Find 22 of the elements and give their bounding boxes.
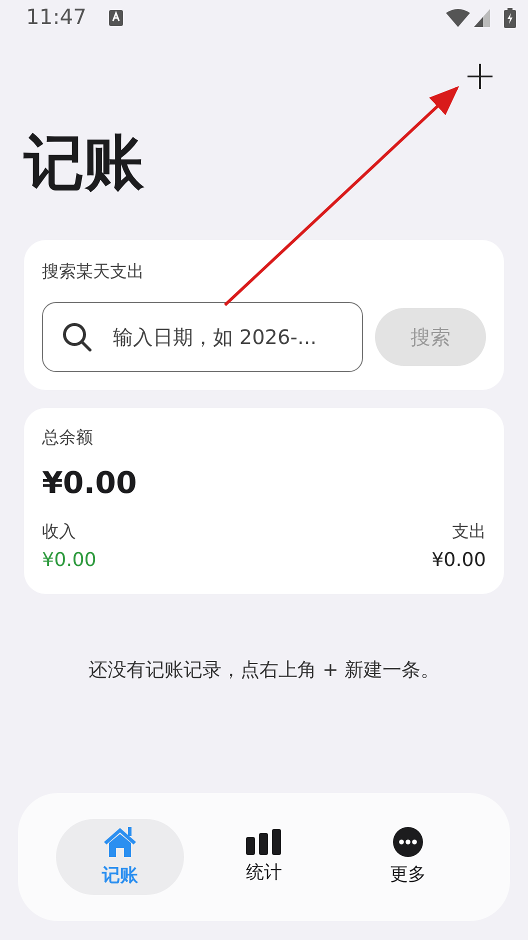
search-label: 搜索某天支出 bbox=[42, 261, 145, 284]
search-icon bbox=[62, 322, 92, 352]
add-button[interactable]: + bbox=[462, 54, 498, 98]
cellular-signal-icon bbox=[474, 9, 490, 27]
expense-amount: ¥0.00 bbox=[432, 548, 486, 572]
balance-label: 总余额 bbox=[42, 426, 94, 450]
nav-tab[interactable]: 更多 bbox=[344, 819, 472, 895]
page-title: 记账 bbox=[22, 128, 146, 198]
keyboard-notification-icon bbox=[108, 10, 123, 26]
income-label: 收入 bbox=[42, 521, 77, 544]
income-amount: ¥0.00 bbox=[42, 548, 96, 572]
home-icon bbox=[103, 826, 137, 858]
status-time: 11:47 bbox=[26, 4, 87, 32]
more-icon bbox=[393, 826, 423, 856]
battery-charging-icon bbox=[504, 8, 516, 28]
bar-chart-icon bbox=[246, 828, 282, 854]
wifi-icon bbox=[446, 9, 470, 27]
total-balance: ¥0.00 bbox=[42, 465, 138, 503]
date-search-field[interactable]: 输入日期，如 2026-... bbox=[42, 302, 363, 372]
nav-tab[interactable]: 统计 bbox=[200, 819, 328, 895]
empty-message: 还没有记账记录，点右上角 + 新建一条。 bbox=[88, 658, 440, 683]
expense-label: 支出 bbox=[452, 521, 486, 544]
